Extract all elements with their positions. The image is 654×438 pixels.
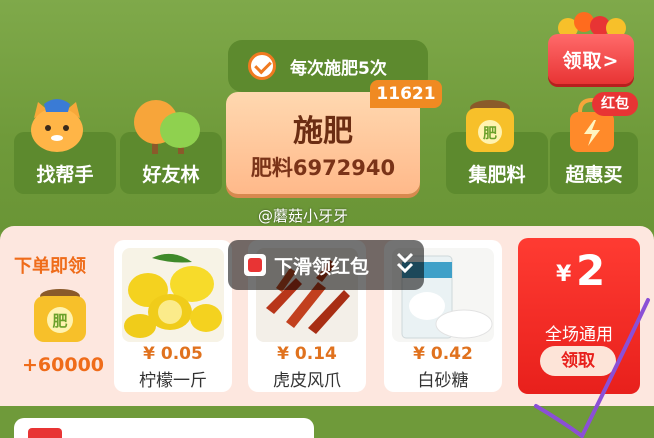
purple-checkmark-annotation <box>534 298 650 438</box>
